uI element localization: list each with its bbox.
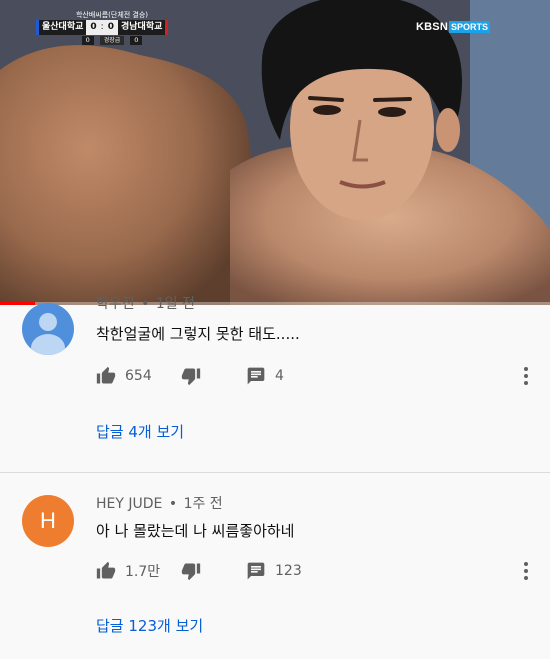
team-left: 울산대학교 [36,20,87,35]
like-count: 654 [125,368,152,384]
like-button[interactable]: 654 [96,365,152,387]
thumbs-up-icon [96,561,116,579]
score-left: 0 [86,20,101,35]
avatar-letter: H [40,508,56,533]
comment-actions: 654 4 [96,365,536,387]
comment-icon [247,367,265,385]
comments-section: 학우진 • 1일 전 착한얼굴에 그렇지 못한 태도..... 654 4 답글… [0,296,550,659]
more-vert-icon[interactable] [520,366,532,386]
broadcaster-sub: SPORTS [448,21,490,33]
comment-meta: 학우진 • 1일 전 [96,293,195,313]
avatar[interactable]: H [22,495,74,547]
like-button[interactable]: 1.7만 [96,560,160,582]
broadcaster-name: KBSN [416,21,448,33]
thumbs-down-icon [181,563,201,581]
video-frame [0,0,550,305]
comment-item: 학우진 • 1일 전 착한얼굴에 그렇지 못한 태도..... 654 4 답글… [0,293,550,473]
sub-score-left: 0 [81,36,94,45]
default-user-icon-body [31,334,65,355]
scoreboard: 학산배씨름(단체전 결승) 울산대학교 0 : 0 경남대학교 0 경장급 0 [36,10,188,45]
like-count: 1.7만 [125,564,161,580]
comment-text: 아 나 몰랐는데 나 씨름좋아하네 [96,522,295,540]
meta-separator: • [168,496,178,512]
comment-divider [0,472,550,473]
scoreboard-sub-row: 0 경장급 0 [36,36,188,45]
comment-author[interactable]: 학우진 [96,296,135,312]
meta-separator: • [141,296,150,312]
comment-actions: 1.7만 123 [96,560,536,582]
comment-meta: HEY JUDE • 1주 전 [96,493,223,513]
scoreboard-main-row: 울산대학교 0 : 0 경남대학교 [36,20,188,35]
reply-button[interactable]: 4 [246,365,284,387]
comment-text: 착한얼굴에 그렇지 못한 태도..... [96,325,300,343]
more-vert-icon[interactable] [520,561,532,581]
thumbs-down-icon [181,368,201,386]
weight-class: 경장급 [99,36,125,45]
scoreboard-caption: 학산배씨름(단체전 결승) [75,11,149,19]
comment-author[interactable]: HEY JUDE [96,496,162,512]
comment-icon [247,562,265,580]
broadcaster-logo: KBSN SPORTS [416,20,490,34]
thumbs-up-icon [96,366,116,384]
dislike-button[interactable] [181,365,201,387]
video-player[interactable]: 학산배씨름(단체전 결승) 울산대학교 0 : 0 경남대학교 0 경장급 0 … [0,0,550,305]
comment-item: H HEY JUDE • 1주 전 아 나 몰랐는데 나 씨름좋아하네 1.7만… [0,493,550,653]
view-replies-link[interactable]: 답글 123개 보기 [96,615,203,636]
comment-time: 1주 전 [183,496,223,512]
dislike-button[interactable] [181,560,201,582]
avatar[interactable] [22,303,74,355]
comment-time: 1일 전 [155,296,195,312]
score-right: 0 [103,20,118,35]
reply-count: 4 [275,368,284,384]
sub-score-right: 0 [130,36,143,45]
reply-count: 123 [275,563,302,579]
team-right: 경남대학교 [117,20,169,35]
view-replies-link[interactable]: 답글 4개 보기 [96,421,184,442]
reply-button[interactable]: 123 [246,560,302,582]
default-user-icon [39,313,57,331]
